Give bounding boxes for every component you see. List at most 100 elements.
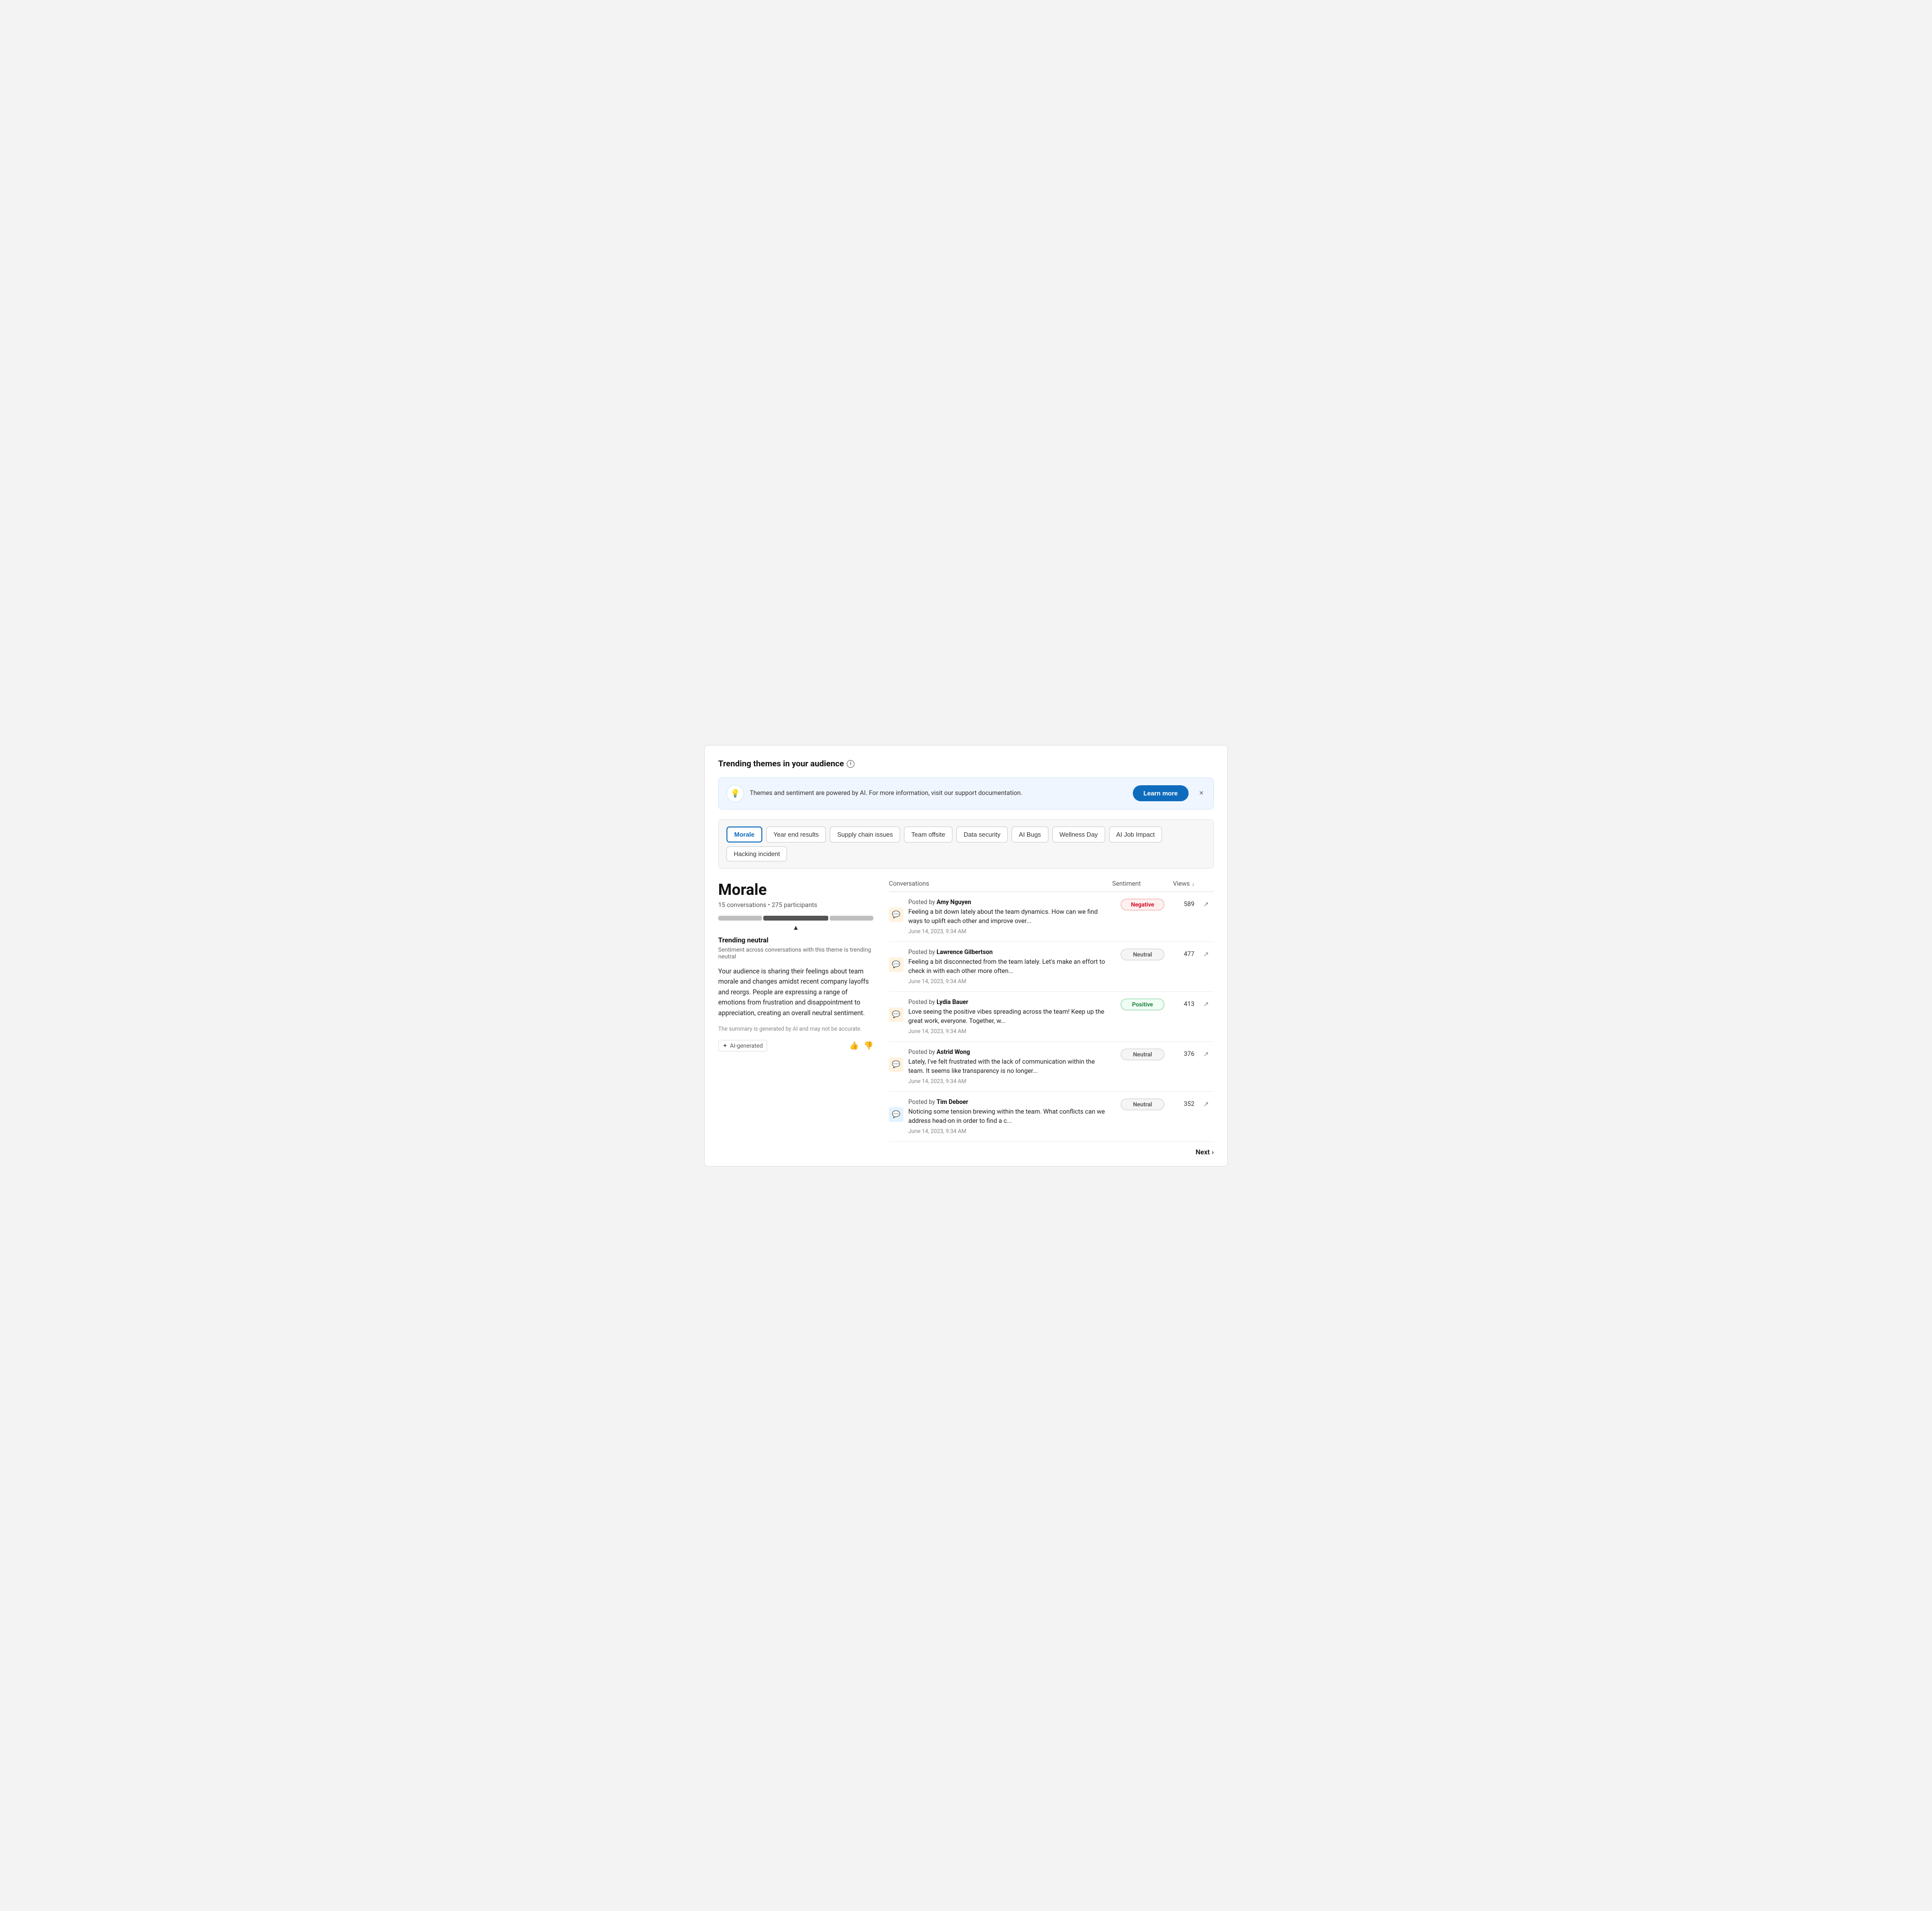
sentiment-badge: Positive — [1121, 999, 1164, 1010]
conversations-list: 💬 Posted by Amy Nguyen Feeling a bit dow… — [889, 892, 1214, 1142]
conversation-body: Posted by Tim Deboer Noticing some tensi… — [908, 1099, 1111, 1134]
conversation-text: Lately, I've felt frustrated with the la… — [908, 1057, 1111, 1076]
page-title-row: Trending themes in your audience i — [718, 759, 1214, 769]
conversation-right: Neutral 477 ↗ — [1116, 949, 1214, 960]
col-header-sentiment: Sentiment — [1097, 880, 1156, 888]
themes-bar: MoraleYear end resultsSupply chain issue… — [718, 819, 1214, 869]
main-content: Morale 15 conversations • 275 participan… — [718, 880, 1214, 1156]
sentiment-bar — [718, 916, 873, 921]
conversation-body: Posted by Lawrence Gilbertson Feeling a … — [908, 949, 1111, 985]
right-panel: Conversations Sentiment Views ↓ 💬 Posted… — [889, 880, 1214, 1156]
info-icon[interactable]: i — [847, 760, 854, 768]
col-header-conversations: Conversations — [889, 880, 1097, 888]
conversation-date: June 14, 2023, 9:34 AM — [908, 1078, 1111, 1085]
sentiment-badge: Negative — [1121, 899, 1164, 910]
conversation-author: Posted by Lydia Bauer — [908, 999, 1111, 1006]
conversation-icon: 💬 — [889, 907, 903, 922]
conversations-count: 15 conversations — [718, 902, 766, 909]
next-button[interactable]: Next › — [889, 1149, 1214, 1156]
conversation-right: Neutral 352 ↗ — [1116, 1099, 1214, 1110]
ai-generated-badge: ✦ AI-generated — [718, 1040, 767, 1052]
thumbs-down-button[interactable]: 👎 — [864, 1041, 873, 1051]
conversation-author: Posted by Amy Nguyen — [908, 899, 1111, 906]
ai-banner-text: Themes and sentiment are powered by AI. … — [750, 790, 1127, 797]
conversation-text: Love seeing the positive vibes spreading… — [908, 1007, 1111, 1026]
learn-more-button[interactable]: Learn more — [1133, 785, 1189, 801]
conversation-action[interactable]: ↗ — [1198, 1101, 1214, 1108]
ai-banner: 💡 Themes and sentiment are powered by AI… — [718, 777, 1214, 810]
conversation-date: June 14, 2023, 9:34 AM — [908, 1128, 1111, 1134]
sentiment-badge: Neutral — [1121, 1049, 1164, 1060]
sparkle-icon: ✦ — [723, 1042, 727, 1049]
table-row: 💬 Posted by Lawrence Gilbertson Feeling … — [889, 942, 1214, 992]
theme-chip-supply-chain-issues[interactable]: Supply chain issues — [830, 826, 900, 842]
banner-close-button[interactable]: × — [1197, 787, 1206, 800]
theme-chip-year-end-results[interactable]: Year end results — [766, 826, 826, 842]
conversation-action[interactable]: ↗ — [1198, 1051, 1214, 1058]
conversation-text: Feeling a bit down lately about the team… — [908, 907, 1111, 926]
main-card: Trending themes in your audience i 💡 The… — [704, 745, 1228, 1166]
ai-disclaimer: The summary is generated by AI and may n… — [718, 1025, 873, 1032]
negative-bar-segment — [718, 916, 762, 921]
conversation-views: 477 — [1169, 951, 1198, 958]
table-row: 💬 Posted by Astrid Wong Lately, I've fel… — [889, 1042, 1214, 1092]
thumbs-up-button[interactable]: 👍 — [849, 1041, 859, 1051]
table-row: 💬 Posted by Tim Deboer Noticing some ten… — [889, 1092, 1214, 1142]
conversation-action[interactable]: ↗ — [1198, 901, 1214, 908]
conversation-views: 376 — [1169, 1051, 1198, 1058]
table-row: 💬 Posted by Lydia Bauer Love seeing the … — [889, 992, 1214, 1042]
table-header: Conversations Sentiment Views ↓ — [889, 880, 1214, 892]
page-title: Trending themes in your audience — [718, 759, 844, 769]
conversation-date: June 14, 2023, 9:34 AM — [908, 928, 1111, 935]
conversation-icon: 💬 — [889, 957, 903, 972]
neutral-bar-segment — [763, 916, 829, 921]
triangle-indicator: ▲ — [718, 923, 873, 932]
conversation-body: Posted by Astrid Wong Lately, I've felt … — [908, 1049, 1111, 1085]
conversation-icon: 💬 — [889, 1057, 903, 1072]
theme-chip-team-offsite[interactable]: Team offsite — [904, 826, 952, 842]
conversation-author: Posted by Tim Deboer — [908, 1099, 1111, 1106]
trending-sublabel: Sentiment across conversations with this… — [718, 946, 873, 960]
conversation-right: Negative 589 ↗ — [1116, 899, 1214, 910]
theme-chip-data-security[interactable]: Data security — [956, 826, 1008, 842]
lightbulb-icon: 💡 — [730, 789, 740, 798]
ai-banner-icon: 💡 — [726, 785, 744, 802]
col-header-action — [1194, 880, 1214, 888]
conversation-text: Noticing some tension brewing within the… — [908, 1107, 1111, 1126]
conversation-date: June 14, 2023, 9:34 AM — [908, 1028, 1111, 1035]
conversation-views: 352 — [1169, 1101, 1198, 1108]
conversation-author: Posted by Lawrence Gilbertson — [908, 949, 1111, 956]
theme-chip-wellness-day[interactable]: Wellness Day — [1052, 826, 1105, 842]
feedback-icons: 👍 👎 — [849, 1041, 873, 1051]
theme-chip-hacking-incident[interactable]: Hacking incident — [726, 846, 787, 861]
ai-generated-label: AI-generated — [730, 1042, 763, 1049]
conversation-right: Neutral 376 ↗ — [1116, 1049, 1214, 1060]
sentiment-badge: Neutral — [1121, 949, 1164, 960]
conversation-action[interactable]: ↗ — [1198, 1001, 1214, 1008]
conversation-icon: 💬 — [889, 1007, 903, 1022]
conversation-icon: 💬 — [889, 1107, 903, 1122]
next-chevron-icon: › — [1212, 1149, 1214, 1156]
trending-label: Trending neutral — [718, 937, 873, 944]
theme-chip-morale[interactable]: Morale — [726, 826, 762, 842]
conversation-views: 413 — [1169, 1001, 1198, 1008]
conversation-right: Positive 413 ↗ — [1116, 999, 1214, 1010]
next-label: Next — [1196, 1149, 1210, 1156]
sentiment-bar-container: ▲ — [718, 916, 873, 932]
summary-text: Your audience is sharing their feelings … — [718, 967, 873, 1019]
conversation-date: June 14, 2023, 9:34 AM — [908, 978, 1111, 985]
conversation-author: Posted by Astrid Wong — [908, 1049, 1111, 1056]
conversation-body: Posted by Amy Nguyen Feeling a bit down … — [908, 899, 1111, 935]
conversation-text: Feeling a bit disconnected from the team… — [908, 957, 1111, 976]
table-row: 💬 Posted by Amy Nguyen Feeling a bit dow… — [889, 892, 1214, 942]
conversation-action[interactable]: ↗ — [1198, 951, 1214, 958]
ai-generated-row: ✦ AI-generated 👍 👎 — [718, 1040, 873, 1052]
theme-chip-ai-job-impact[interactable]: AI Job Impact — [1109, 826, 1162, 842]
conversation-body: Posted by Lydia Bauer Love seeing the po… — [908, 999, 1111, 1035]
participants-count: 275 participants — [772, 902, 817, 909]
col-header-views: Views ↓ — [1156, 880, 1194, 888]
positive-bar-segment — [830, 916, 873, 921]
sentiment-badge: Neutral — [1121, 1099, 1164, 1110]
topic-title: Morale — [718, 880, 873, 899]
theme-chip-ai-bugs[interactable]: AI Bugs — [1012, 826, 1048, 842]
